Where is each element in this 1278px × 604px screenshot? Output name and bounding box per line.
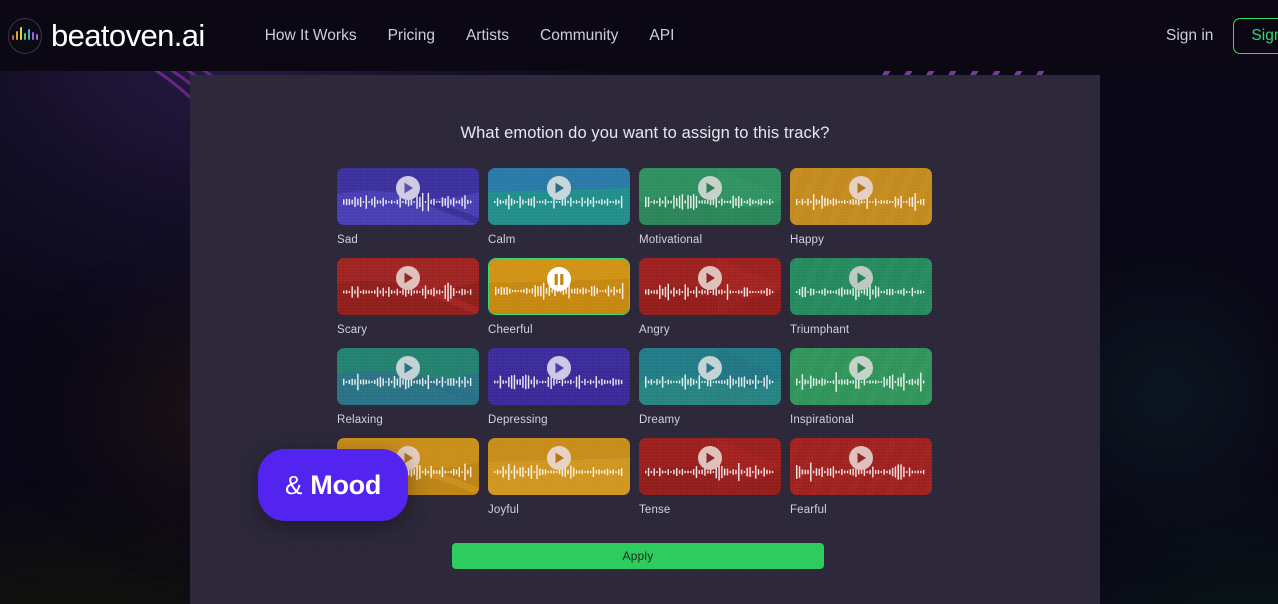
emotion-card-triumphant[interactable]: [790, 258, 932, 315]
emotion-cell: Relaxing: [337, 348, 479, 438]
emotion-cell: Scary: [337, 258, 479, 348]
emotion-cell: Cheerful: [488, 258, 630, 348]
main-nav: How It Works Pricing Artists Community A…: [265, 27, 675, 45]
nav-item-api[interactable]: API: [649, 27, 674, 45]
play-icon[interactable]: [849, 446, 873, 470]
play-icon[interactable]: [698, 356, 722, 380]
emotion-card-tense[interactable]: [639, 438, 781, 495]
play-icon[interactable]: [698, 266, 722, 290]
emotion-label: Happy: [790, 234, 824, 246]
mood-badge: & Mood: [258, 449, 408, 521]
emotion-cell: Motivational: [639, 168, 781, 258]
emotion-label: Inspirational: [790, 414, 854, 426]
logo-text: beatoven.ai: [51, 17, 205, 53]
play-icon[interactable]: [396, 266, 420, 290]
emotion-card-depressing[interactable]: [488, 348, 630, 405]
emotion-card-dreamy[interactable]: [639, 348, 781, 405]
nav-item-how-it-works[interactable]: How It Works: [265, 27, 357, 45]
play-icon[interactable]: [547, 356, 571, 380]
play-icon[interactable]: [698, 176, 722, 200]
emotion-cell: Sad: [337, 168, 479, 258]
play-icon[interactable]: [849, 266, 873, 290]
emotion-cell: Calm: [488, 168, 630, 258]
play-icon[interactable]: [849, 356, 873, 380]
emotion-card-calm[interactable]: [488, 168, 630, 225]
emotion-card-sad[interactable]: [337, 168, 479, 225]
emotion-card-relaxing[interactable]: [337, 348, 479, 405]
mood-badge-ampersand: &: [284, 469, 303, 500]
emotion-label: Depressing: [488, 414, 548, 426]
play-icon[interactable]: [396, 176, 420, 200]
play-icon[interactable]: [849, 176, 873, 200]
emotion-label: Sad: [337, 234, 358, 246]
emotion-cell: Happy: [790, 168, 932, 258]
emotion-card-happy[interactable]: [790, 168, 932, 225]
emotion-card-inspirational[interactable]: [790, 348, 932, 405]
emotion-label: Relaxing: [337, 414, 383, 426]
play-icon[interactable]: [547, 446, 571, 470]
emotion-panel: What emotion do you want to assign to th…: [190, 75, 1100, 604]
nav-item-artists[interactable]: Artists: [466, 27, 509, 45]
site-header: beatoven.ai How It Works Pricing Artists…: [0, 0, 1278, 71]
signup-button[interactable]: Sign up: [1233, 17, 1278, 54]
page-title: What emotion do you want to assign to th…: [460, 124, 830, 142]
emotion-card-fearful[interactable]: [790, 438, 932, 495]
emotion-label: Dreamy: [639, 414, 681, 426]
play-icon[interactable]: [396, 356, 420, 380]
logo[interactable]: beatoven.ai: [8, 17, 205, 54]
emotion-label: Cheerful: [488, 324, 533, 336]
mood-badge-word: Mood: [310, 469, 382, 500]
emotion-cell: Dreamy: [639, 348, 781, 438]
emotion-label: Tense: [639, 504, 671, 516]
emotion-label: Calm: [488, 234, 516, 246]
emotion-cell: Fearful: [790, 438, 932, 528]
header-actions: Sign in Sign up: [1166, 17, 1278, 54]
pause-icon[interactable]: [547, 267, 571, 291]
nav-item-community[interactable]: Community: [540, 27, 618, 45]
emotion-cell: Triumphant: [790, 258, 932, 348]
emotion-grid: Sad Calm Motivational Happy Scary Cheerful Ang…: [337, 168, 932, 528]
emotion-label: Triumphant: [790, 324, 850, 336]
emotion-card-joyful[interactable]: [488, 438, 630, 495]
emotion-card-cheerful[interactable]: [488, 258, 630, 315]
emotion-cell: Angry: [639, 258, 781, 348]
signin-link[interactable]: Sign in: [1166, 27, 1213, 45]
emotion-cell: Depressing: [488, 348, 630, 438]
emotion-card-scary[interactable]: [337, 258, 479, 315]
waveform-circle-icon: [8, 17, 42, 54]
emotion-label: Joyful: [488, 504, 519, 516]
emotion-label: Scary: [337, 324, 368, 336]
emotion-cell: Joyful: [488, 438, 630, 528]
emotion-label: Fearful: [790, 504, 827, 516]
emotion-cell: Tense: [639, 438, 781, 528]
play-icon[interactable]: [547, 176, 571, 200]
emotion-label: Motivational: [639, 234, 703, 246]
apply-button[interactable]: Apply: [452, 543, 824, 569]
play-icon[interactable]: [698, 446, 722, 470]
emotion-label: Angry: [639, 324, 670, 336]
emotion-card-motivational[interactable]: [639, 168, 781, 225]
emotion-card-angry[interactable]: [639, 258, 781, 315]
nav-item-pricing[interactable]: Pricing: [388, 27, 435, 45]
emotion-cell: Inspirational: [790, 348, 932, 438]
